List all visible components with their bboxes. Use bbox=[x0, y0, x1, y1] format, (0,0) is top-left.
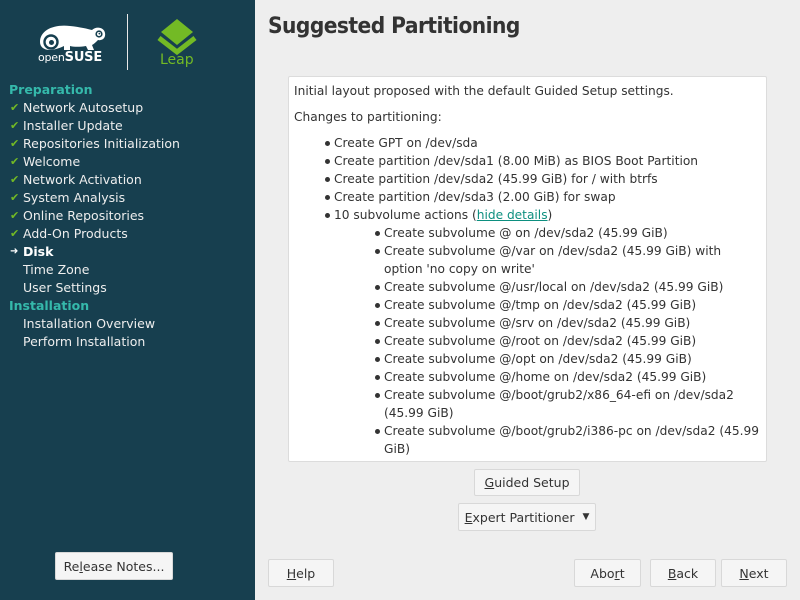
list-item: Create subvolume @/boot/grub2/x86_64-efi… bbox=[374, 386, 761, 422]
check-icon: ✔ bbox=[10, 137, 20, 150]
changes-heading: Changes to partitioning: bbox=[294, 110, 442, 124]
page-title: Suggested Partitioning bbox=[268, 14, 520, 39]
installation-steps: Preparation ✔ Network Autosetup ✔ Installe… bbox=[0, 81, 255, 351]
partitioning-summary: Initial layout proposed with the default… bbox=[288, 76, 767, 462]
step-installation-overview: Installation Overview bbox=[23, 316, 156, 331]
list-item: Create subvolume @/tmp on /dev/sda2 (45.… bbox=[374, 296, 761, 314]
step-network-autosetup: ✔ Network Autosetup bbox=[10, 100, 144, 115]
subvolume-actions-item: 10 subvolume actions (hide details) Crea… bbox=[324, 206, 761, 458]
step-user-settings: User Settings bbox=[23, 280, 107, 295]
release-notes-button[interactable]: Re l ease Notes... bbox=[55, 552, 173, 580]
step-time-zone: Time Zone bbox=[23, 262, 90, 277]
summary-intro: Initial layout proposed with the default… bbox=[294, 84, 674, 98]
section-installation: Installation bbox=[9, 298, 90, 313]
check-icon: ✔ bbox=[10, 173, 20, 186]
step-add-on-products: ✔ Add-On Products bbox=[10, 226, 128, 241]
step-network-activation: ✔ Network Activation bbox=[10, 172, 142, 187]
caret-down-icon: ▼ bbox=[582, 512, 590, 522]
check-icon: ✔ bbox=[10, 155, 20, 168]
expert-partitioner-button[interactable]: Expert Partitioner ▼ bbox=[458, 503, 596, 531]
list-item: Create partition /dev/sda2 (45.99 GiB) f… bbox=[324, 170, 761, 188]
arrow-right-icon: ➜ bbox=[10, 246, 19, 257]
list-item: Create partition /dev/sda3 (2.00 GiB) fo… bbox=[324, 188, 761, 206]
abort-button[interactable]: Abo r t bbox=[574, 559, 641, 587]
opensuse-wordmark: openSUSE bbox=[38, 50, 103, 65]
subvolume-list: Create subvolume @ on /dev/sda2 (45.99 G… bbox=[334, 224, 761, 458]
step-welcome: ✔ Welcome bbox=[10, 154, 81, 169]
list-item: Create subvolume @/srv on /dev/sda2 (45.… bbox=[374, 314, 761, 332]
step-installer-update: ✔ Installer Update bbox=[10, 118, 123, 133]
step-perform-installation: Perform Installation bbox=[23, 334, 146, 349]
step-online-repositories: ✔ Online Repositories bbox=[10, 208, 145, 223]
check-icon: ✔ bbox=[10, 209, 20, 222]
partition-actions-list: Create GPT on /dev/sda Create partition … bbox=[294, 134, 761, 458]
list-item: Create subvolume @/root on /dev/sda2 (45… bbox=[374, 332, 761, 350]
back-button[interactable]: Back bbox=[650, 559, 716, 587]
section-preparation: Preparation bbox=[9, 82, 93, 97]
check-icon: ✔ bbox=[10, 119, 20, 132]
step-disk: ➜ Disk bbox=[10, 244, 54, 259]
list-item: Create subvolume @/usr/local on /dev/sda… bbox=[374, 278, 761, 296]
list-item: Create subvolume @/boot/grub2/i386-pc on… bbox=[374, 422, 761, 458]
hide-details-link[interactable]: hide details bbox=[477, 208, 548, 222]
edition-name: Leap bbox=[160, 52, 194, 68]
list-item: Create subvolume @/home on /dev/sda2 (45… bbox=[374, 368, 761, 386]
list-item: Create subvolume @/opt on /dev/sda2 (45.… bbox=[374, 350, 761, 368]
logo-divider bbox=[127, 14, 128, 70]
guided-setup-button[interactable]: Guided Setup bbox=[474, 469, 580, 496]
help-button[interactable]: Help bbox=[268, 559, 334, 587]
list-item: Create GPT on /dev/sda bbox=[324, 134, 761, 152]
check-icon: ✔ bbox=[10, 101, 20, 114]
main-content: Suggested Partitioning Initial layout pr… bbox=[255, 0, 800, 600]
list-item: Create subvolume @/var on /dev/sda2 (45.… bbox=[374, 242, 761, 278]
check-icon: ✔ bbox=[10, 227, 20, 240]
list-item: Create partition /dev/sda1 (8.00 MiB) as… bbox=[324, 152, 761, 170]
list-item: Create subvolume @ on /dev/sda2 (45.99 G… bbox=[374, 224, 761, 242]
next-button[interactable]: Next bbox=[721, 559, 787, 587]
logo-area: openSUSE Leap bbox=[0, 0, 255, 80]
step-system-analysis: ✔ System Analysis bbox=[10, 190, 126, 205]
step-repositories-initialization: ✔ Repositories Initialization bbox=[10, 136, 180, 151]
check-icon: ✔ bbox=[10, 191, 20, 204]
sidebar: openSUSE Leap Preparation ✔ Network Autos… bbox=[0, 0, 255, 600]
